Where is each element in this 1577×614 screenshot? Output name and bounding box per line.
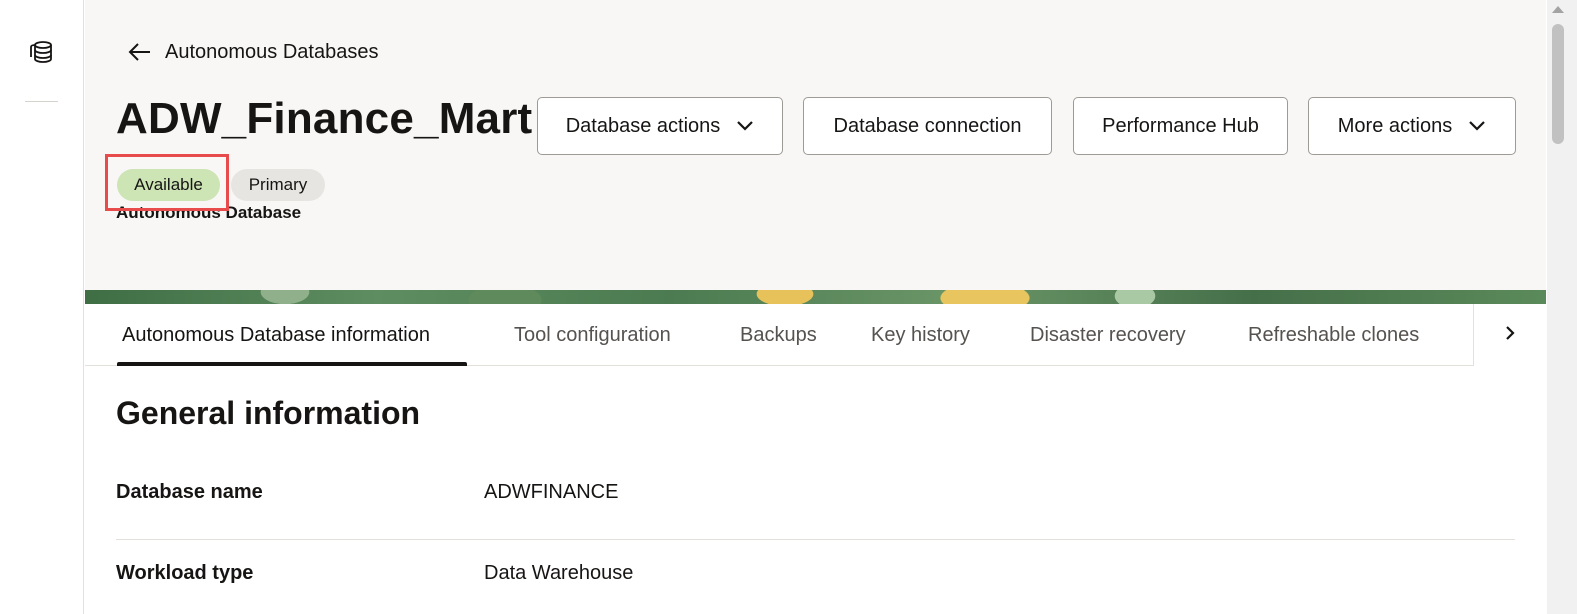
more-actions-label: More actions bbox=[1337, 114, 1453, 137]
field-label: Database name bbox=[116, 481, 263, 503]
arrow-left-icon bbox=[127, 39, 153, 65]
tab-bar: Autonomous Database information Tool con… bbox=[85, 304, 1546, 366]
tab-key-history[interactable]: Key history bbox=[871, 304, 970, 366]
field-value: Data Warehouse bbox=[484, 562, 634, 584]
database-actions-label: Database actions bbox=[565, 114, 721, 137]
chevron-right-icon bbox=[1504, 324, 1516, 347]
tab-refreshable-clones[interactable]: Refreshable clones bbox=[1248, 304, 1419, 366]
tabs-next-button[interactable] bbox=[1473, 304, 1546, 366]
tab-disaster-recovery[interactable]: Disaster recovery bbox=[1030, 304, 1186, 366]
field-value: ADWFINANCE bbox=[484, 481, 619, 503]
active-tab-indicator bbox=[117, 362, 467, 366]
database-connection-label: Database connection bbox=[833, 114, 1022, 137]
more-actions-button[interactable]: More actions bbox=[1308, 97, 1516, 155]
left-rail bbox=[0, 0, 84, 614]
database-icon[interactable] bbox=[27, 37, 57, 67]
database-connection-button[interactable]: Database connection bbox=[803, 97, 1052, 155]
back-link-label: Autonomous Databases bbox=[165, 40, 379, 63]
decorative-banner bbox=[85, 290, 1546, 304]
tab-tool-configuration[interactable]: Tool configuration bbox=[514, 304, 671, 366]
field-label: Workload type bbox=[116, 562, 254, 584]
back-link[interactable]: Autonomous Databases bbox=[127, 39, 378, 65]
row-divider bbox=[116, 539, 1515, 540]
role-badge: Primary bbox=[231, 169, 325, 201]
scroll-up-arrow-icon[interactable] bbox=[1552, 6, 1564, 13]
status-badge: Available bbox=[117, 169, 220, 201]
scrollbar-thumb[interactable] bbox=[1552, 24, 1564, 144]
scrollbar[interactable] bbox=[1547, 0, 1577, 614]
chevron-down-icon bbox=[736, 120, 754, 132]
rail-divider bbox=[25, 101, 58, 102]
tab-backups[interactable]: Backups bbox=[740, 304, 817, 366]
page-header: Autonomous Databases ADW_Finance_Mart Da… bbox=[85, 0, 1546, 292]
performance-hub-button[interactable]: Performance Hub bbox=[1073, 97, 1288, 155]
performance-hub-label: Performance Hub bbox=[1102, 114, 1259, 137]
chevron-down-icon bbox=[1468, 120, 1486, 132]
section-title: General information bbox=[116, 395, 421, 431]
page-title: ADW_Finance_Mart bbox=[116, 94, 533, 143]
database-actions-button[interactable]: Database actions bbox=[537, 97, 783, 155]
tab-autonomous-database-information[interactable]: Autonomous Database information bbox=[122, 304, 430, 366]
page-subtitle: Autonomous Database bbox=[116, 203, 302, 222]
